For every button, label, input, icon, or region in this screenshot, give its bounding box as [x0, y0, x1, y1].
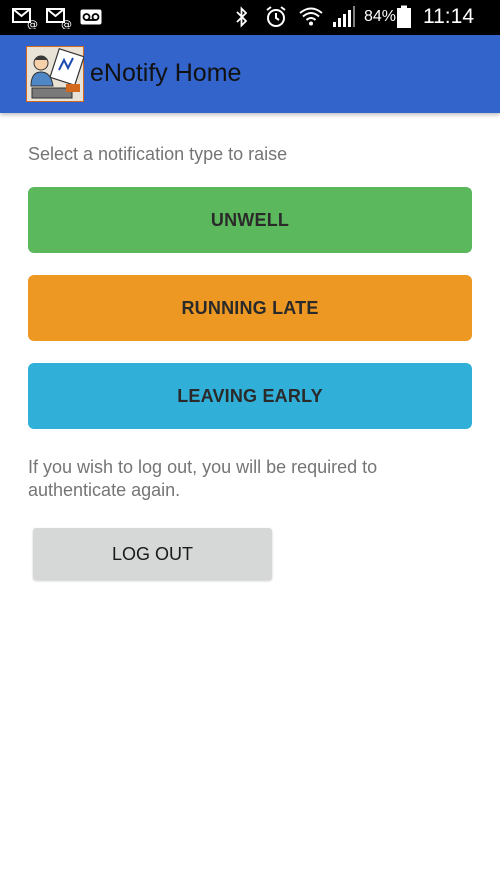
svg-text:@: @: [27, 18, 38, 29]
missed-email-icon: @: [12, 8, 38, 29]
svg-text:@: @: [61, 18, 72, 29]
battery-icon: [397, 5, 411, 28]
voicemail-icon: [80, 9, 102, 25]
battery-percentage: 84%: [364, 8, 397, 25]
app-bar: eNotify Home: [0, 35, 500, 113]
app-title: eNotify Home: [90, 59, 242, 87]
clock: 11:14: [423, 5, 474, 28]
wifi-icon: [299, 7, 323, 26]
logout-message: If you wish to log out, you will be requ…: [28, 457, 378, 500]
bluetooth-icon: [236, 6, 248, 28]
notification-prompt: Select a notification type to raise: [28, 144, 288, 164]
logout-button[interactable]: LOG OUT: [33, 528, 272, 580]
running-late-button[interactable]: RUNNING LATE: [28, 275, 472, 341]
missed-email-icon: @: [46, 8, 72, 29]
status-bar: @ @ 84% 11:14: [0, 0, 500, 35]
enotify-logo: [26, 46, 84, 102]
leaving-early-button[interactable]: LEAVING EARLY: [28, 363, 472, 429]
signal-icon: [333, 6, 355, 27]
unwell-button[interactable]: UNWELL: [28, 187, 472, 253]
alarm-icon: [266, 6, 286, 27]
